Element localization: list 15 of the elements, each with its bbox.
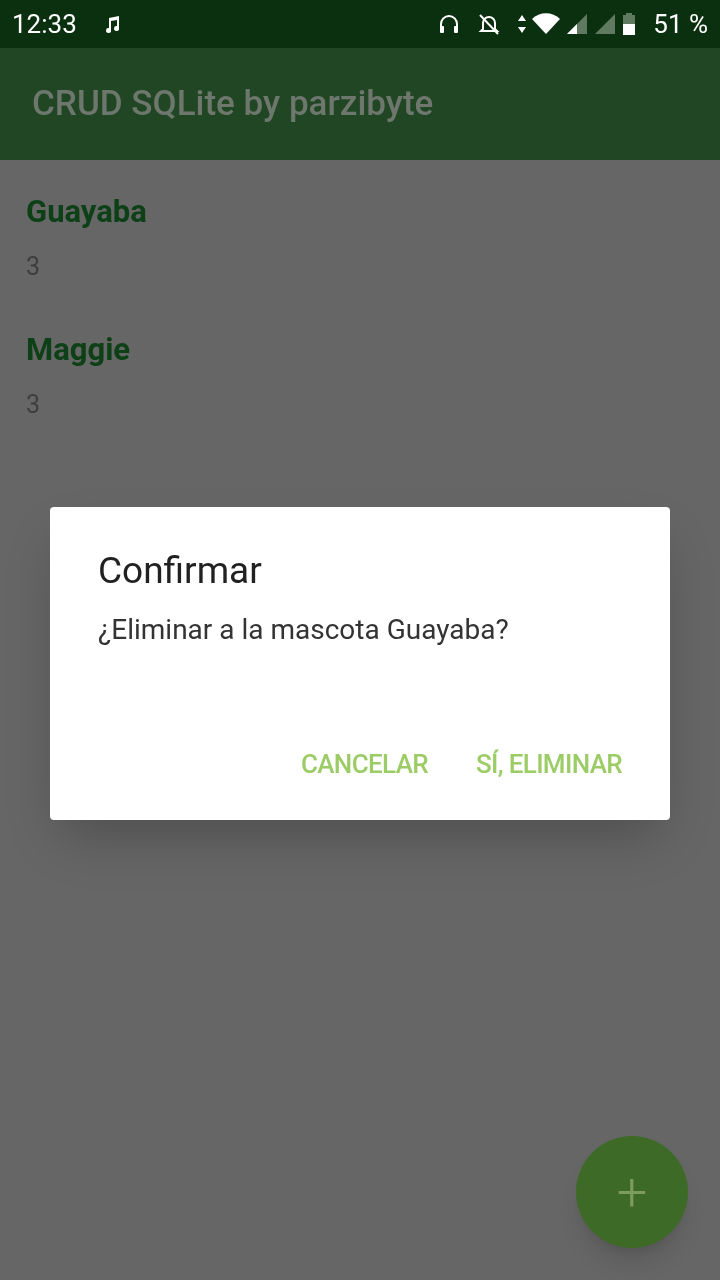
dialog-button[interactable]: SÍ, ELIMINAR [475, 745, 622, 784]
add-fab[interactable]: + [576, 1136, 688, 1248]
app-title: CRUD SQLite by parzibyte [32, 81, 434, 126]
signal-icon [593, 12, 618, 36]
dialog-title: Confirmar [98, 549, 263, 593]
status-time: 12:33 [12, 7, 77, 41]
dialog-message: ¿Eliminar a la mascota Guayaba? [98, 612, 510, 648]
wifi-icon [531, 12, 562, 36]
signal-icon [565, 12, 590, 36]
battery-percent: 51 % [653, 7, 708, 41]
dialog-button[interactable]: CANCELAR [300, 745, 428, 784]
pet-name: Guayaba [26, 192, 148, 232]
muted-bell-icon [477, 12, 502, 36]
battery-icon [621, 12, 638, 36]
pet-name: Maggie [26, 330, 132, 370]
